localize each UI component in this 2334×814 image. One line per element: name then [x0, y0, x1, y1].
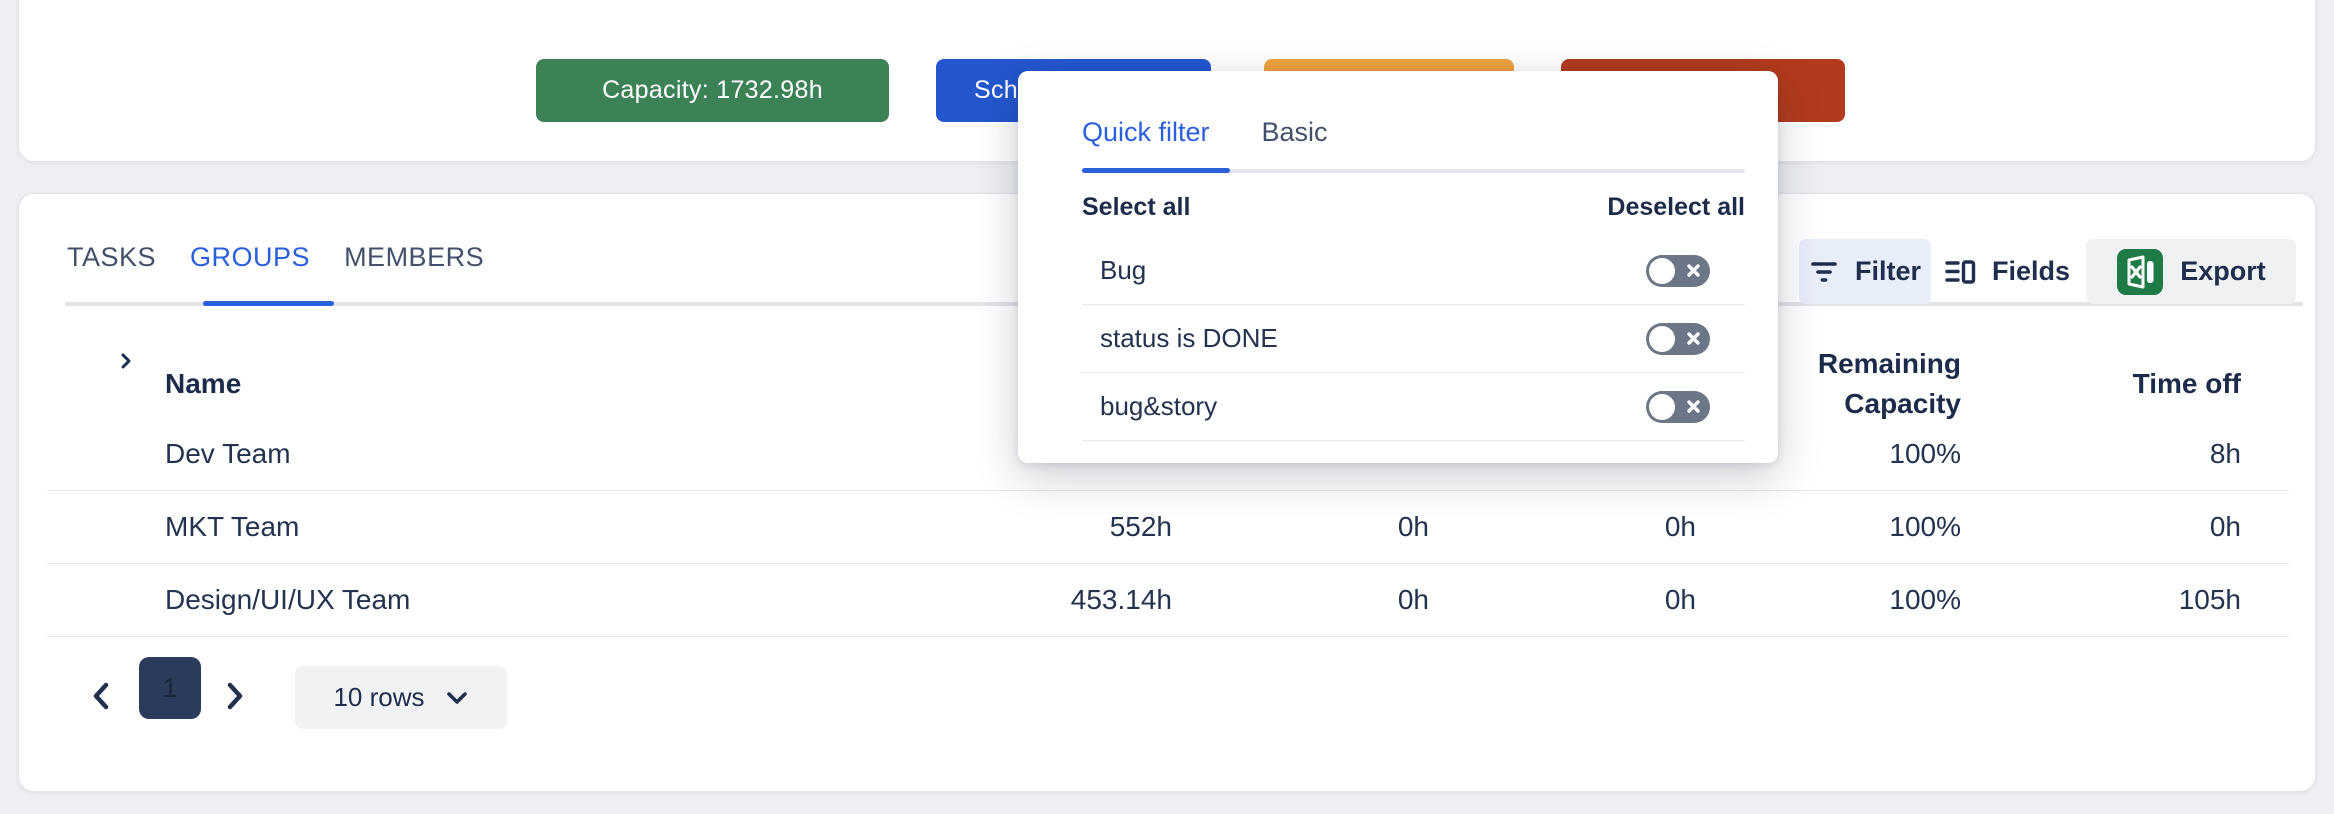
fields-button[interactable]: Fields: [1935, 239, 2079, 304]
quick-filter-label: status is DONE: [1100, 323, 1278, 354]
export-button[interactable]: Export: [2086, 239, 2296, 304]
cell-timeoff: 105h: [1961, 584, 2289, 616]
filter-popup-tabs: Quick filter Basic: [1082, 117, 1328, 148]
table-row[interactable]: Design/UI/UX Team 453.14h 0h 0h 100% 105…: [47, 564, 2289, 637]
rows-per-page-value: 10 rows: [333, 682, 424, 713]
view-tabs: TASKS GROUPS MEMBERS: [67, 242, 484, 299]
chevron-down-icon: [445, 690, 469, 706]
fields-button-label: Fields: [1992, 256, 2070, 287]
column-header-name[interactable]: Name: [47, 368, 759, 400]
tab-groups[interactable]: GROUPS: [190, 242, 310, 299]
toggle-off-x-icon: [1686, 263, 1701, 278]
cell-2: 0h: [1172, 511, 1429, 543]
cell-remaining: 100%: [1696, 511, 1961, 543]
toggle-knob: [1649, 326, 1675, 352]
table-row[interactable]: MKT Team 552h 0h 0h 100% 0h: [47, 491, 2289, 564]
tab-basic[interactable]: Basic: [1262, 117, 1328, 148]
group-name[interactable]: Design/UI/UX Team: [47, 584, 759, 616]
active-tab-indicator: [203, 301, 334, 306]
select-all-link[interactable]: Select all: [1082, 193, 1190, 222]
rows-per-page-select[interactable]: 10 rows: [295, 666, 507, 729]
popup-active-tab-indicator: [1082, 168, 1230, 173]
cell-capacity: 552h: [759, 511, 1172, 543]
cell-capacity: 453.14h: [759, 584, 1172, 616]
quick-filter-toggle[interactable]: [1646, 323, 1710, 355]
tab-quick-filter[interactable]: Quick filter: [1082, 117, 1210, 148]
group-name[interactable]: MKT Team: [47, 511, 759, 543]
quick-filter-label: bug&story: [1100, 391, 1217, 422]
quick-filter-item: bug&story: [1082, 373, 1745, 441]
filter-popup: Quick filter Basic Select all Deselect a…: [1018, 71, 1778, 463]
quick-filter-item: Bug: [1082, 237, 1745, 305]
export-button-label: Export: [2180, 256, 2266, 287]
current-page-button[interactable]: 1: [139, 657, 201, 719]
cell-timeoff: 8h: [1961, 438, 2289, 470]
excel-icon: [2116, 248, 2164, 296]
quick-filter-label: Bug: [1100, 255, 1146, 286]
cell-3: 0h: [1429, 511, 1696, 543]
quick-filter-toggle[interactable]: [1646, 391, 1710, 423]
toggle-knob: [1649, 258, 1675, 284]
chevron-right-icon: [222, 679, 248, 713]
previous-page-button[interactable]: [81, 674, 121, 718]
capacity-button[interactable]: Capacity: 1732.98h: [536, 59, 889, 122]
toggle-knob: [1649, 394, 1675, 420]
filter-button[interactable]: Filter: [1799, 239, 1931, 304]
group-name[interactable]: Dev Team: [47, 438, 759, 470]
filter-button-label: Filter: [1855, 256, 1921, 287]
next-page-button[interactable]: [215, 674, 255, 718]
column-header-time-off[interactable]: Time off: [1961, 368, 2289, 400]
tab-tasks[interactable]: TASKS: [67, 242, 156, 299]
cell-3: 0h: [1429, 584, 1696, 616]
deselect-all-link[interactable]: Deselect all: [1607, 193, 1745, 222]
filter-icon: [1809, 259, 1839, 285]
cell-remaining: 100%: [1696, 584, 1961, 616]
toggle-off-x-icon: [1686, 399, 1701, 414]
cell-timeoff: 0h: [1961, 511, 2289, 543]
tab-members[interactable]: MEMBERS: [344, 242, 484, 299]
fields-icon: [1944, 258, 1976, 286]
chevron-left-icon: [88, 679, 114, 713]
quick-filter-toggle[interactable]: [1646, 255, 1710, 287]
toggle-off-x-icon: [1686, 331, 1701, 346]
quick-filter-item: status is DONE: [1082, 305, 1745, 373]
cell-2: 0h: [1172, 584, 1429, 616]
